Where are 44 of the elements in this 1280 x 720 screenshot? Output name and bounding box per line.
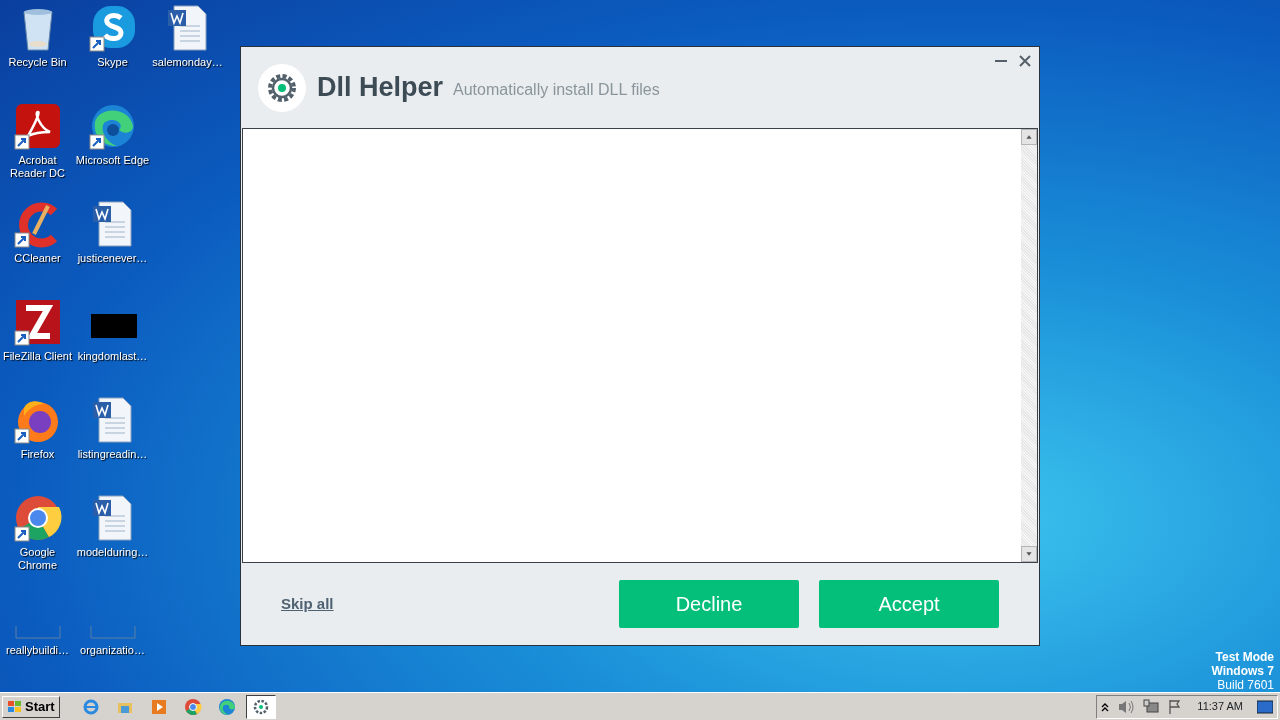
scroll-up-icon[interactable] xyxy=(1021,129,1037,145)
icon-label[interactable]: organizatio… xyxy=(80,644,145,657)
start-button[interactable]: Start xyxy=(2,695,60,718)
icon-label[interactable]: CCleaner xyxy=(14,252,61,265)
scrollbar[interactable] xyxy=(1021,129,1037,562)
icon-label[interactable]: reallybuildi… xyxy=(6,644,69,657)
icon-label[interactable]: Skype xyxy=(97,56,128,69)
icon-label[interactable]: Firefox xyxy=(20,448,55,461)
ie-icon xyxy=(81,697,100,716)
icon-label[interactable]: kingdomlast… xyxy=(77,350,148,363)
clock[interactable]: 11:37 AM xyxy=(1197,698,1243,715)
chrome-icon[interactable] xyxy=(13,494,62,542)
icon-label[interactable]: justicenever… xyxy=(77,252,148,265)
icon-label[interactable]: Recycle Bin xyxy=(8,56,67,69)
app-title: Dll Helper xyxy=(317,71,444,105)
test-mode-text: Windows 7 xyxy=(1211,664,1274,678)
scroll-down-icon[interactable] xyxy=(1021,546,1037,562)
chrome-icon xyxy=(183,697,202,716)
network-icon[interactable] xyxy=(1143,698,1160,715)
icon-label[interactable]: salemonday… xyxy=(152,56,223,69)
build-text: Build 7601 xyxy=(1216,678,1274,692)
skip-all-link[interactable]: Skip all xyxy=(281,592,334,616)
gear-icon xyxy=(251,697,270,716)
icon-label[interactable]: listingreadin… xyxy=(77,448,148,461)
close-icon[interactable] xyxy=(1019,55,1031,67)
chevron-up-icon[interactable] xyxy=(1101,701,1110,712)
icon-label[interactable]: Google Chrome xyxy=(0,546,75,572)
edge-icon[interactable] xyxy=(88,102,137,150)
icon-label[interactable]: Microsoft Edge xyxy=(75,154,150,167)
icon-label[interactable]: FileZilla Client xyxy=(2,350,73,363)
gear-logo-icon xyxy=(257,62,307,113)
speaker-icon[interactable] xyxy=(1117,698,1136,715)
icon-label[interactable]: modelduring… xyxy=(76,546,149,559)
edge-icon xyxy=(217,697,236,716)
media-player-icon xyxy=(149,697,168,716)
pdf-reader-icon[interactable] xyxy=(13,102,62,150)
filezilla-icon[interactable] xyxy=(13,298,62,346)
icon-label[interactable]: Acrobat Reader DC xyxy=(0,154,75,180)
skype-icon[interactable] xyxy=(88,4,137,52)
test-mode-text: Test Mode xyxy=(1214,650,1274,664)
app-subtitle: Automatically install DLL files xyxy=(453,79,660,100)
show-desktop-icon[interactable] xyxy=(1257,699,1273,714)
windows-logo-icon xyxy=(7,699,23,714)
taskbar-button[interactable] xyxy=(245,694,276,719)
